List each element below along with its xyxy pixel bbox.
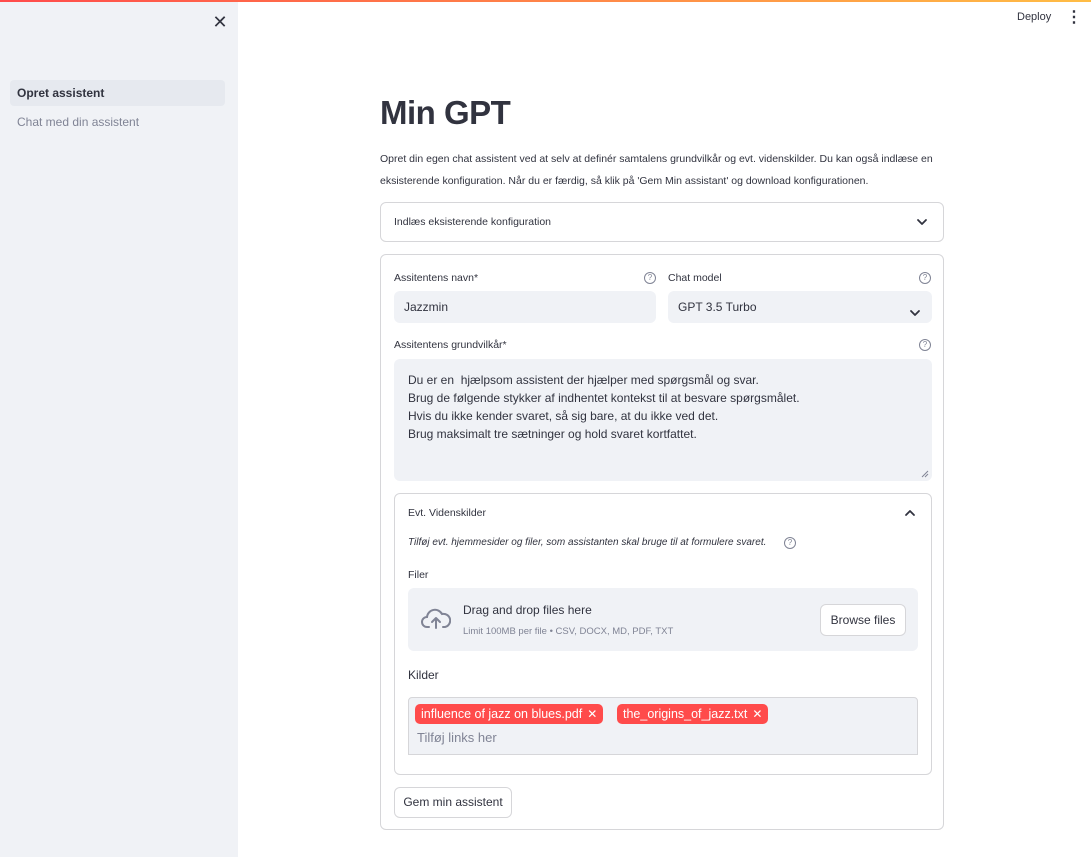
- sidebar-item-chat[interactable]: Chat med din assistent: [10, 109, 225, 135]
- save-assistant-button[interactable]: Gem min assistent: [394, 787, 512, 818]
- model-label: Chat model: [668, 272, 722, 284]
- model-select[interactable]: GPT 3.5 Turbo: [668, 291, 932, 323]
- rules-label: Assitentens grundvilkår*: [394, 339, 507, 351]
- help-icon[interactable]: ?: [644, 272, 656, 284]
- dropzone-limits: Limit 100MB per file • CSV, DOCX, MD, PD…: [463, 626, 674, 637]
- intro-line-1: Opret din egen chat assistent ved at sel…: [380, 153, 933, 165]
- cloud-upload-icon: [421, 608, 451, 629]
- sources-expander: Evt. Videnskilder Tilføj evt. hjemmeside…: [394, 493, 932, 775]
- help-icon[interactable]: ?: [919, 272, 931, 284]
- intro-line-2: eksisterende konfiguration. Når du er fæ…: [380, 175, 869, 187]
- sources-caption: Tilføj evt. hjemmesider og filer, som as…: [408, 537, 767, 548]
- rules-line: Hvis du ikke kender svaret, så sig bare,…: [408, 409, 719, 423]
- help-icon[interactable]: ?: [784, 537, 796, 549]
- kebab-menu-icon[interactable]: ⋮: [1066, 9, 1082, 27]
- name-input[interactable]: Jazzmin: [394, 291, 656, 323]
- source-tag: the_origins_of_jazz.txt ✕: [617, 704, 769, 724]
- deploy-button[interactable]: Deploy: [1017, 11, 1051, 23]
- load-config-expander[interactable]: Indlæs eksisterende konfiguration: [380, 202, 944, 242]
- close-icon[interactable]: ✕: [210, 12, 230, 32]
- sidebar: ✕ Opret assistent Chat med din assistent: [0, 0, 238, 857]
- intro-text: Opret din egen chat assistent ved at sel…: [380, 148, 944, 192]
- sources-expander-label[interactable]: Evt. Videnskilder: [408, 507, 486, 519]
- rules-line: Brug de følgende stykker af indhentet ko…: [408, 391, 800, 405]
- dropzone-title: Drag and drop files here: [463, 603, 592, 617]
- resize-handle-icon[interactable]: [921, 470, 929, 478]
- model-select-value: GPT 3.5 Turbo: [678, 300, 757, 314]
- top-decoration-bar: [0, 0, 1091, 2]
- links-multiselect[interactable]: influence of jazz on blues.pdf ✕ the_orig…: [408, 697, 918, 755]
- chevron-up-icon[interactable]: [903, 506, 917, 520]
- name-label: Assitentens navn*: [394, 272, 479, 284]
- assistant-form: Assitentens navn* ? Jazzmin Chat model ?…: [380, 254, 944, 830]
- chevron-down-icon: [915, 215, 929, 229]
- source-tag-label: influence of jazz on blues.pdf: [421, 707, 583, 721]
- load-config-label: Indlæs eksisterende konfiguration: [394, 216, 552, 228]
- files-label: Filer: [408, 569, 429, 581]
- remove-tag-icon[interactable]: ✕: [587, 707, 597, 721]
- sidebar-item-opret-assistent[interactable]: Opret assistent: [10, 80, 225, 106]
- source-tag-label: the_origins_of_jazz.txt: [623, 707, 748, 721]
- help-icon[interactable]: ?: [919, 339, 931, 351]
- rules-line: Du er en hjælpsom assistent der hjælper …: [408, 373, 759, 387]
- file-dropzone[interactable]: Drag and drop files here Limit 100MB per…: [408, 588, 918, 651]
- browse-files-button[interactable]: Browse files: [820, 604, 906, 636]
- page-title: Min GPT: [380, 94, 511, 131]
- rules-line: Brug maksimalt tre sætninger og hold sva…: [408, 427, 697, 441]
- remove-tag-icon[interactable]: ✕: [752, 707, 762, 721]
- rules-textarea[interactable]: Du er en hjælpsom assistent der hjælper …: [394, 359, 932, 481]
- sidebar-nav: Opret assistent Chat med din assistent: [10, 80, 225, 138]
- kilder-label: Kilder: [408, 668, 439, 682]
- links-input[interactable]: Tilføj links her: [417, 730, 497, 745]
- chevron-down-icon: [908, 300, 922, 316]
- source-tag: influence of jazz on blues.pdf ✕: [415, 704, 604, 724]
